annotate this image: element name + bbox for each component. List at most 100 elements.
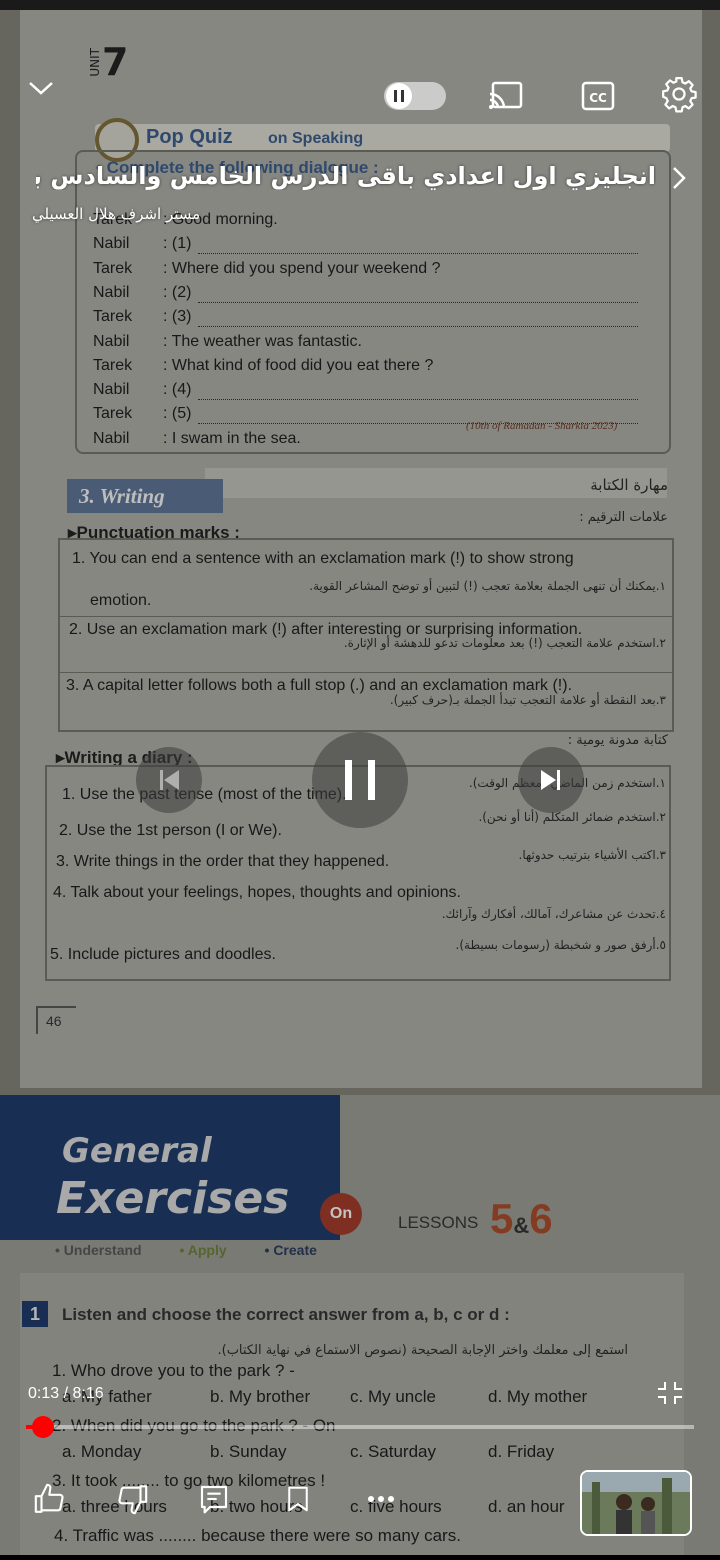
pause-icon <box>345 760 375 800</box>
autoplay-toggle[interactable] <box>384 82 446 110</box>
next-icon <box>541 770 560 790</box>
more-icon[interactable] <box>366 1492 396 1506</box>
punctuation-arabic: علامات الترقيم : <box>579 510 668 525</box>
diary-rule-arabic: ٥.أرفق صور و شخبطة (رسومات بسيطة). <box>455 938 666 952</box>
pause-icon <box>394 90 404 102</box>
cc-icon[interactable]: CC <box>581 81 615 111</box>
punctuation-rule-arabic: ١.يمكنك أن تنهى الجملة بعلامة تعجب (!) ل… <box>309 579 666 593</box>
skill-tags: • Understand • Apply • Create <box>55 1242 351 1258</box>
writing-tab: 3. Writing <box>67 479 223 513</box>
dialogue-line: Nabil: The weather was fantastic. <box>93 333 362 351</box>
chevron-down-icon[interactable] <box>28 78 54 98</box>
diary-rule: 5. Include pictures and doodles. <box>50 946 276 963</box>
general-heading: General <box>62 1131 212 1171</box>
diary-rule: 1. Use the past tense (most of the time)… <box>62 786 347 803</box>
time-total: 8:16 <box>72 1385 104 1402</box>
dialogue-speaker: Nabil <box>93 235 130 253</box>
lesson-b: 6 <box>529 1195 553 1242</box>
dialogue-line: Nabil : (1) <box>93 235 191 253</box>
progress-bar[interactable] <box>26 1416 694 1438</box>
diary-rule-arabic: ٤.تحدث عن مشاعرك، آمالك، أفكارك وآرائك. <box>441 907 666 921</box>
gear-icon[interactable] <box>660 75 698 113</box>
question: 4. Traffic was ........ because there we… <box>54 1526 461 1545</box>
exercise-arabic: استمع إلى معلمك واختر الإجابة الصحيحة (ن… <box>217 1343 628 1358</box>
answer-option: b. My brother <box>210 1387 311 1406</box>
exercises-heading: Exercises <box>56 1173 290 1224</box>
lessons-label: LESSONS <box>398 1213 479 1232</box>
answer-blank <box>198 252 638 255</box>
answer-option: c. Saturday <box>350 1442 436 1461</box>
dialogue-text: : Where did you spend your weekend ? <box>163 259 441 277</box>
cast-icon[interactable] <box>488 80 524 110</box>
save-icon[interactable] <box>283 1482 313 1516</box>
writing-number: 3. <box>79 484 95 508</box>
video-title[interactable]: انجليزي اول اعدادي باقى الدرس الخامس وال… <box>36 162 656 190</box>
dialogue-text: : (4) <box>163 381 192 399</box>
comment-icon[interactable] <box>198 1482 230 1516</box>
time-current: 0:13 <box>28 1385 60 1402</box>
diary-rule-arabic: ٣.اكتب الأشياء بترتيب حدوثها. <box>518 848 667 862</box>
page-number: 46 <box>36 1006 76 1034</box>
dialogue-speaker: Tarek <box>93 308 133 326</box>
status-bar <box>0 0 720 10</box>
diary-rule: 3. Write things in the order that they h… <box>56 853 390 870</box>
time-separator: / <box>59 1385 73 1402</box>
dislike-icon[interactable] <box>114 1482 150 1516</box>
answer-option: a. Monday <box>62 1442 142 1461</box>
thumbnail-image <box>582 1472 690 1534</box>
dialogue-speaker: Tarek <box>93 356 133 374</box>
dialogue-line: Tarek : (3) <box>93 308 191 326</box>
tag-create: • Create <box>264 1242 317 1258</box>
dialogue-line: Nabil : (4) <box>93 381 191 399</box>
dialogue-speaker: Nabil <box>93 381 130 399</box>
dialogue-speaker: Nabil <box>93 332 130 350</box>
navigation-bar <box>0 1555 720 1560</box>
previous-button[interactable] <box>136 747 202 813</box>
unit-text: UNIT <box>88 47 102 77</box>
punctuation-rule-arabic: ٣.بعد النقطة أو علامة التعجب تبدأ الجملة… <box>389 693 666 707</box>
answer-blank <box>198 398 638 401</box>
dialogue-text: : (1) <box>163 235 192 253</box>
unit-number: 7 <box>102 40 129 84</box>
chevron-right-icon[interactable] <box>670 166 688 190</box>
dialogue-speaker: Nabil <box>93 283 130 301</box>
answer-option: d. Friday <box>488 1442 555 1461</box>
diary-rule: 4. Talk about your feelings, hopes, thou… <box>53 884 461 901</box>
diary-rule: 2. Use the 1st person (I or We). <box>59 822 282 839</box>
exercise-number: 1 <box>22 1301 48 1327</box>
writing-arabic: مهارة الكتابة <box>590 476 668 494</box>
answer-option: d. an hour <box>488 1497 565 1516</box>
on-badge: On <box>320 1193 362 1235</box>
exercise-title: Listen and choose the correct answer fro… <box>62 1305 510 1324</box>
answer-blank <box>198 301 638 303</box>
previous-icon <box>160 770 179 790</box>
dialogue-text: : (5) <box>163 405 192 423</box>
quiz-title: Pop Quiz <box>146 126 233 148</box>
answer-option: b. Sunday <box>210 1442 287 1461</box>
tag-apply: • Apply <box>179 1242 227 1258</box>
related-video-thumbnail[interactable] <box>580 1470 692 1536</box>
dialogue-line: Tarek: What kind of food did you eat the… <box>93 357 433 375</box>
play-pause-button[interactable] <box>312 732 408 828</box>
svg-text:CC: CC <box>589 91 607 105</box>
punctuation-rule-arabic: ٢.استخدم علامة التعجب (!) بعد معلومات تد… <box>343 636 666 650</box>
channel-name[interactable]: مستر اشرف هلال العسيلي <box>32 205 200 223</box>
dialogue-text: : (3) <box>163 308 192 326</box>
reference: (10th of Ramadan - Sharkia 2023) <box>466 420 618 432</box>
unit-label: UNIT7 <box>88 40 128 84</box>
punctuation-rule: 1. You can end a sentence with an exclam… <box>72 550 574 567</box>
answer-option: d. My mother <box>488 1387 588 1406</box>
dialogue-line: Nabil : (2) <box>93 284 191 302</box>
dialogue-speaker: Nabil <box>93 429 130 447</box>
lesson-numbers: 5&6 <box>490 1195 553 1243</box>
time-display: 0:13 / 8:16 <box>28 1385 104 1403</box>
lesson-a: 5 <box>490 1195 514 1242</box>
dialogue-text: : (2) <box>163 283 192 301</box>
next-button[interactable] <box>518 747 584 813</box>
dialogue-speaker: Tarek <box>93 259 133 277</box>
dialogue-line: Tarek : Where did you spend your weekend … <box>93 260 441 278</box>
autoplay-knob <box>386 83 412 109</box>
like-icon[interactable] <box>32 1482 68 1516</box>
writing-title: Writing <box>99 484 165 508</box>
fullscreen-exit-icon[interactable] <box>656 1380 684 1406</box>
